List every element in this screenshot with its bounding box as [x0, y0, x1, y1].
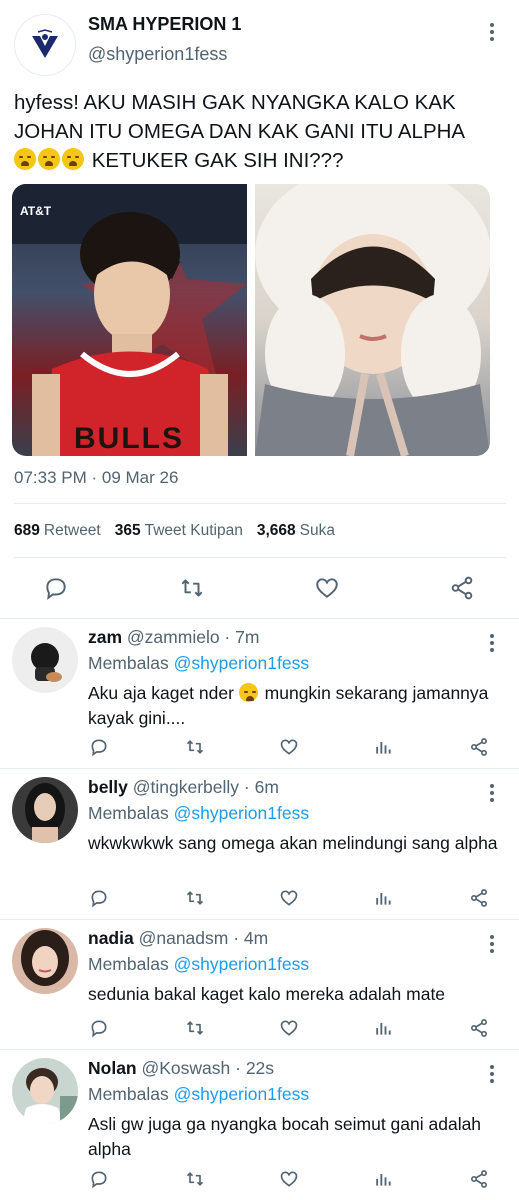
- reply-icon[interactable]: [42, 574, 70, 602]
- analytics-icon[interactable]: [372, 887, 394, 909]
- reply-author-handle[interactable]: @tingkerbelly · 6m: [133, 777, 279, 797]
- share-icon[interactable]: [448, 574, 476, 602]
- reply-header: nadia @nanadsm · 4m: [88, 928, 268, 949]
- more-options-icon[interactable]: [482, 779, 502, 807]
- reply-header: Nolan @Koswash · 22s: [88, 1058, 274, 1079]
- like-icon[interactable]: [278, 736, 300, 758]
- replying-to: Membalas @shyperion1fess: [88, 653, 310, 673]
- weary-face-emoji-icon: [62, 148, 84, 170]
- school-logo-icon: [32, 29, 58, 58]
- more-options-icon[interactable]: [482, 930, 502, 958]
- mention-link[interactable]: @shyperion1fess: [174, 1084, 309, 1104]
- reply-author-handle[interactable]: @nanadsm · 4m: [139, 928, 269, 948]
- reply-header: zam @zammielo · 7m: [88, 627, 259, 648]
- reply-author-name[interactable]: belly: [88, 777, 128, 797]
- share-icon[interactable]: [468, 887, 490, 909]
- retweet-icon[interactable]: [184, 1168, 206, 1190]
- reply-text: Asli gw juga ga nyangka bocah seimut gan…: [88, 1114, 482, 1159]
- tweet-text-line1: hyfess! AKU MASIH GAK NYANGKA KALO KAK J…: [14, 91, 466, 143]
- jersey-text: BULLS: [74, 422, 184, 455]
- tweet-text-line2: KETUKER GAK SIH INI???: [86, 149, 344, 172]
- reply-author-name[interactable]: zam: [88, 627, 122, 647]
- reply-author-handle[interactable]: @zammielo · 7m: [127, 627, 260, 647]
- retweet-icon[interactable]: [184, 736, 206, 758]
- reply-text: sedunia bakal kaget kalo mereka adalah m…: [88, 984, 446, 1004]
- divider: [14, 557, 506, 558]
- reply-text: Aku aja kaget nder mungkin sekarang jama…: [88, 683, 489, 728]
- quote-count[interactable]: 365 Tweet Kutipan: [115, 522, 243, 540]
- tweet-text: hyfess! AKU MASIH GAK NYANGKA KALO KAK J…: [14, 88, 510, 175]
- reply-icon[interactable]: [88, 736, 110, 758]
- reply-icon[interactable]: [88, 1168, 110, 1190]
- photo-sponsor-text: AT&T: [20, 204, 52, 218]
- more-options-icon[interactable]: [482, 1060, 502, 1088]
- reply-author-name[interactable]: Nolan: [88, 1058, 137, 1078]
- analytics-icon[interactable]: [372, 1168, 394, 1190]
- reply-icon[interactable]: [88, 1017, 110, 1039]
- share-icon[interactable]: [468, 1168, 490, 1190]
- account-avatar[interactable]: [14, 14, 76, 76]
- mention-link[interactable]: @shyperion1fess: [174, 954, 309, 974]
- avatar[interactable]: [12, 627, 78, 693]
- more-options-icon[interactable]: [482, 18, 502, 46]
- analytics-icon[interactable]: [372, 1017, 394, 1039]
- slightly-smiling-face-emoji-icon: [238, 683, 258, 702]
- avatar[interactable]: [12, 1058, 78, 1124]
- reply-author-handle[interactable]: @Koswash · 22s: [142, 1058, 275, 1078]
- photo-boy-in-hood[interactable]: [255, 184, 490, 456]
- retweet-icon[interactable]: [184, 887, 206, 909]
- tweet-media[interactable]: AT&T BULLS: [12, 184, 490, 456]
- like-count[interactable]: 3,668 Suka: [257, 522, 335, 540]
- like-icon[interactable]: [278, 1017, 300, 1039]
- reply-text: wkwkwkwk sang omega akan melindungi sang…: [88, 833, 498, 853]
- reply-author-name[interactable]: nadia: [88, 928, 134, 948]
- like-icon[interactable]: [278, 887, 300, 909]
- reply-item[interactable]: belly @tingkerbelly · 6m Membalas @shype…: [0, 768, 519, 919]
- mention-link[interactable]: @shyperion1fess: [174, 653, 309, 673]
- tweet-stats: 689 Retweet 365 Tweet Kutipan 3,668 Suka: [14, 522, 335, 540]
- avatar[interactable]: [12, 777, 78, 843]
- author-name[interactable]: SMA HYPERION 1: [88, 14, 241, 35]
- replying-to: Membalas @shyperion1fess: [88, 954, 310, 974]
- reply-item[interactable]: zam @zammielo · 7m Membalas @shyperion1f…: [0, 618, 519, 768]
- share-icon[interactable]: [468, 736, 490, 758]
- like-icon[interactable]: [278, 1168, 300, 1190]
- reply-header: belly @tingkerbelly · 6m: [88, 777, 279, 798]
- reply-item[interactable]: Nolan @Koswash · 22s Membalas @shyperion…: [0, 1049, 519, 1200]
- share-icon[interactable]: [468, 1017, 490, 1039]
- weary-face-emoji-icon: [14, 148, 36, 170]
- avatar[interactable]: [12, 928, 78, 994]
- weary-face-emoji-icon: [38, 148, 60, 170]
- retweet-count[interactable]: 689 Retweet: [14, 522, 101, 540]
- reply-icon[interactable]: [88, 887, 110, 909]
- photo-boy-in-jersey[interactable]: AT&T BULLS: [12, 184, 247, 456]
- replying-to: Membalas @shyperion1fess: [88, 803, 310, 823]
- mention-link[interactable]: @shyperion1fess: [174, 803, 309, 823]
- reply-item[interactable]: nadia @nanadsm · 4m Membalas @shyperion1…: [0, 919, 519, 1049]
- tweet-timestamp: 07:33 PM · 09 Mar 26: [14, 468, 179, 487]
- analytics-icon[interactable]: [372, 736, 394, 758]
- author-handle[interactable]: @shyperion1fess: [88, 44, 227, 65]
- retweet-icon[interactable]: [184, 1017, 206, 1039]
- replying-to: Membalas @shyperion1fess: [88, 1084, 310, 1104]
- divider: [14, 503, 506, 504]
- main-tweet: SMA HYPERION 1 @shyperion1fess hyfess! A…: [0, 0, 519, 618]
- like-icon[interactable]: [313, 574, 341, 602]
- retweet-icon[interactable]: [178, 574, 206, 602]
- more-options-icon[interactable]: [482, 629, 502, 657]
